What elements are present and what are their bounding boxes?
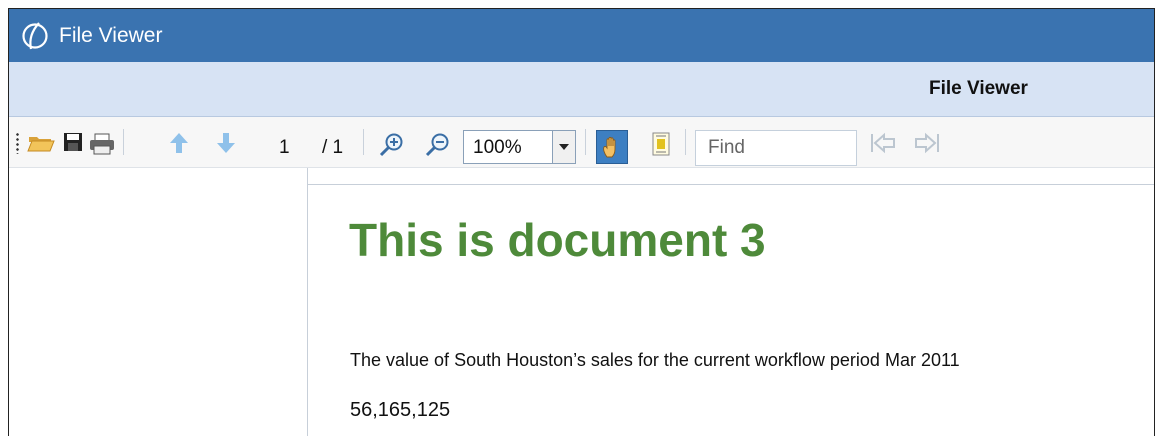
document-value: 56,165,125 [350, 399, 451, 421]
window-title: File Viewer [59, 23, 163, 47]
document-paragraph: The value of South Houston’s sales for t… [350, 350, 960, 370]
toolbar-separator [685, 129, 686, 155]
toolbar: 1 / 1 100% [9, 117, 1154, 168]
toolbar-separator [363, 129, 364, 155]
page-count: / 1 [322, 137, 344, 158]
title-bar: File Viewer [9, 9, 1154, 62]
previous-page-icon[interactable] [169, 132, 189, 154]
ios-logo-icon [19, 20, 51, 52]
text-select-icon[interactable] [651, 132, 671, 156]
file-viewer-window: File Viewer File Viewer 1 / 1 100% Find … [8, 8, 1155, 436]
print-icon[interactable] [89, 132, 115, 156]
thumbnail-pane[interactable] [9, 168, 308, 436]
chevron-down-icon[interactable] [552, 131, 575, 163]
zoom-in-icon[interactable] [379, 132, 405, 158]
hand-tool-icon [602, 136, 622, 158]
document-title: This is document 3 [349, 214, 766, 266]
toolbar-grip[interactable] [16, 132, 19, 154]
find-next-icon[interactable] [913, 132, 941, 154]
find-input[interactable] [695, 130, 857, 166]
hand-tool-button[interactable] [596, 130, 628, 164]
zoom-select[interactable]: 100% [463, 130, 576, 164]
toolbar-separator [123, 129, 124, 155]
zoom-value: 100% [473, 137, 522, 158]
find-previous-icon[interactable] [869, 132, 897, 154]
viewer-header: File Viewer [9, 62, 1154, 117]
save-icon[interactable] [63, 132, 83, 152]
toolbar-separator [585, 129, 586, 155]
next-page-icon[interactable] [216, 132, 236, 154]
zoom-out-icon[interactable] [425, 132, 451, 158]
page-number-field[interactable]: 1 [279, 137, 290, 159]
open-folder-icon[interactable] [27, 132, 55, 154]
viewer-header-title: File Viewer [929, 78, 1028, 99]
viewer-content: This is document 3 The value of South Ho… [9, 168, 1154, 436]
document-page[interactable]: This is document 3 The value of South Ho… [308, 184, 1154, 436]
